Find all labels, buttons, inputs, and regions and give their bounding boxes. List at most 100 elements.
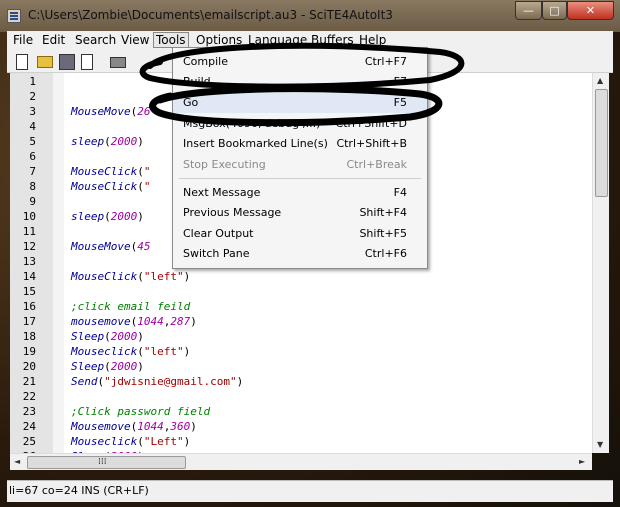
code-token: 287: [170, 315, 191, 328]
tools-menu-item[interactable]: Build F7: [173, 72, 427, 92]
code-token: ): [183, 345, 191, 358]
line-number: 17: [22, 315, 36, 328]
horizontal-scrollbar[interactable]: ◄ ⁞⁞⁞ ►: [10, 453, 592, 470]
code-token: ): [137, 210, 144, 223]
menu-file[interactable]: File: [13, 33, 33, 47]
line-number: 6: [29, 150, 36, 163]
code-token: "Left": [143, 435, 184, 448]
menu-language[interactable]: Language: [248, 33, 307, 47]
maximize-button[interactable]: □: [542, 1, 567, 20]
horizontal-scroll-thumb[interactable]: ⁞⁞⁞: [27, 456, 186, 469]
menu-view[interactable]: View: [121, 33, 149, 47]
tools-menu-item[interactable]: Switch Pane Ctrl+F6: [173, 244, 427, 264]
code-token: ): [137, 135, 144, 148]
line-number: 2: [29, 90, 36, 103]
menu-item-shortcut: F5: [393, 96, 407, 109]
menu-tools[interactable]: Tools: [153, 32, 189, 48]
tools-menu-item[interactable]: Next Message F4: [173, 183, 427, 203]
code-token: (: [104, 210, 111, 223]
menu-item-shortcut: Ctrl+F7: [364, 55, 407, 68]
code-token: sleep: [71, 135, 105, 148]
tools-menu-item[interactable]: Previous Message Shift+F4: [173, 203, 427, 223]
tools-menu-item[interactable]: Clear Output Shift+F5: [173, 224, 427, 244]
menu-help[interactable]: Help: [359, 33, 386, 47]
menu-item-shortcut: F7: [393, 75, 407, 88]
code-token: MouseClick: [71, 180, 138, 193]
code-line[interactable]: 18 Sleep(2000): [10, 329, 592, 344]
menu-options[interactable]: Options: [196, 33, 242, 47]
code-token: (: [104, 135, 111, 148]
code-line[interactable]: 23 ;Click password field: [10, 404, 592, 419]
line-number: 13: [22, 255, 36, 268]
line-number: 12: [22, 240, 36, 253]
tools-menu-item[interactable]: Compile Ctrl+F7: [173, 52, 427, 72]
new-file-icon[interactable]: [16, 54, 28, 70]
code-token: (: [104, 330, 111, 343]
code-text: Mouseclick("Left"): [71, 434, 190, 449]
code-token: Sleep: [71, 360, 105, 373]
code-line[interactable]: 15: [10, 284, 592, 299]
menu-edit[interactable]: Edit: [42, 33, 65, 47]
line-number: 3: [29, 105, 36, 118]
window-title: C:\Users\Zombie\Documents\emailscript.au…: [28, 8, 393, 22]
code-line[interactable]: 20 Sleep(2000): [10, 359, 592, 374]
code-token: ;Click password field: [71, 405, 211, 418]
line-number: 18: [22, 330, 36, 343]
vertical-scroll-thumb[interactable]: [595, 89, 608, 197]
code-line[interactable]: 16 ;click email feild: [10, 299, 592, 314]
code-token: ;click email feild: [71, 300, 191, 313]
menu-item-label: Compile: [183, 55, 228, 68]
title-bar[interactable]: C:\Users\Zombie\Documents\emailscript.au…: [0, 0, 620, 32]
line-number: 9: [29, 195, 36, 208]
code-line[interactable]: 19 Mouseclick("left"): [10, 344, 592, 359]
code-text: Send("jdwisnie@gmail.com"): [71, 374, 243, 389]
code-line[interactable]: 22: [10, 389, 592, 404]
code-token: (: [137, 435, 144, 448]
code-token: "jdwisnie@gmail.com": [104, 375, 237, 388]
code-text: ;Click password field: [71, 404, 210, 419]
tools-menu-item[interactable]: Go F5: [173, 93, 427, 113]
code-line[interactable]: 14 MouseClick("left"): [10, 269, 592, 284]
print-icon[interactable]: [110, 57, 126, 68]
scroll-left-icon[interactable]: ◄: [14, 457, 20, 466]
line-number: 7: [29, 165, 36, 178]
code-token: MouseMove: [71, 105, 131, 118]
close-file-icon[interactable]: [81, 54, 93, 70]
code-token: 2000: [110, 210, 138, 223]
scroll-down-icon[interactable]: ▼: [597, 440, 603, 449]
line-number: 16: [22, 300, 36, 313]
code-token: mousemove: [71, 315, 131, 328]
tools-menu-item[interactable]: MsgBox(4096,'debug',...) Ctrl+Shift+D: [173, 114, 427, 134]
code-line[interactable]: 17 mousemove(1044,287): [10, 314, 592, 329]
menu-item-label: Next Message: [183, 186, 261, 199]
menu-buffers[interactable]: Buffers: [311, 33, 354, 47]
scroll-up-icon[interactable]: ▲: [597, 76, 603, 85]
minimize-button[interactable]: —: [515, 1, 542, 20]
vertical-scrollbar[interactable]: ▲ ▼: [592, 73, 609, 453]
line-number: 20: [22, 360, 36, 373]
code-token: Mouseclick: [71, 345, 138, 358]
menu-search[interactable]: Search: [75, 33, 116, 47]
code-line[interactable]: 25 Mouseclick("Left"): [10, 434, 592, 449]
status-text: li=67 co=24 INS (CR+LF): [9, 484, 149, 497]
line-number: 1: [29, 75, 36, 88]
code-text: Mouseclick("left"): [71, 344, 190, 359]
code-token: ): [137, 330, 144, 343]
code-token: 1044: [137, 420, 164, 433]
code-line[interactable]: 24 Mousemove(1044,360): [10, 419, 592, 434]
scroll-right-icon[interactable]: ►: [579, 457, 585, 466]
line-number: 15: [22, 285, 36, 298]
code-text: mousemove(1044,287): [71, 314, 197, 329]
line-number: 4: [29, 120, 36, 133]
line-number: 23: [22, 405, 36, 418]
save-icon[interactable]: [59, 54, 75, 70]
open-folder-icon[interactable]: [37, 56, 53, 68]
code-line[interactable]: 21 Send("jdwisnie@gmail.com"): [10, 374, 592, 389]
line-number: 24: [22, 420, 36, 433]
menu-item-shortcut: Ctrl+F6: [364, 247, 407, 260]
code-token: sleep: [71, 210, 105, 223]
close-button[interactable]: ✕: [567, 1, 614, 20]
code-token: ): [183, 270, 191, 283]
tools-menu-item[interactable]: Insert Bookmarked Line(s) Ctrl+Shift+B: [173, 134, 427, 154]
code-token: MouseClick: [71, 270, 138, 283]
